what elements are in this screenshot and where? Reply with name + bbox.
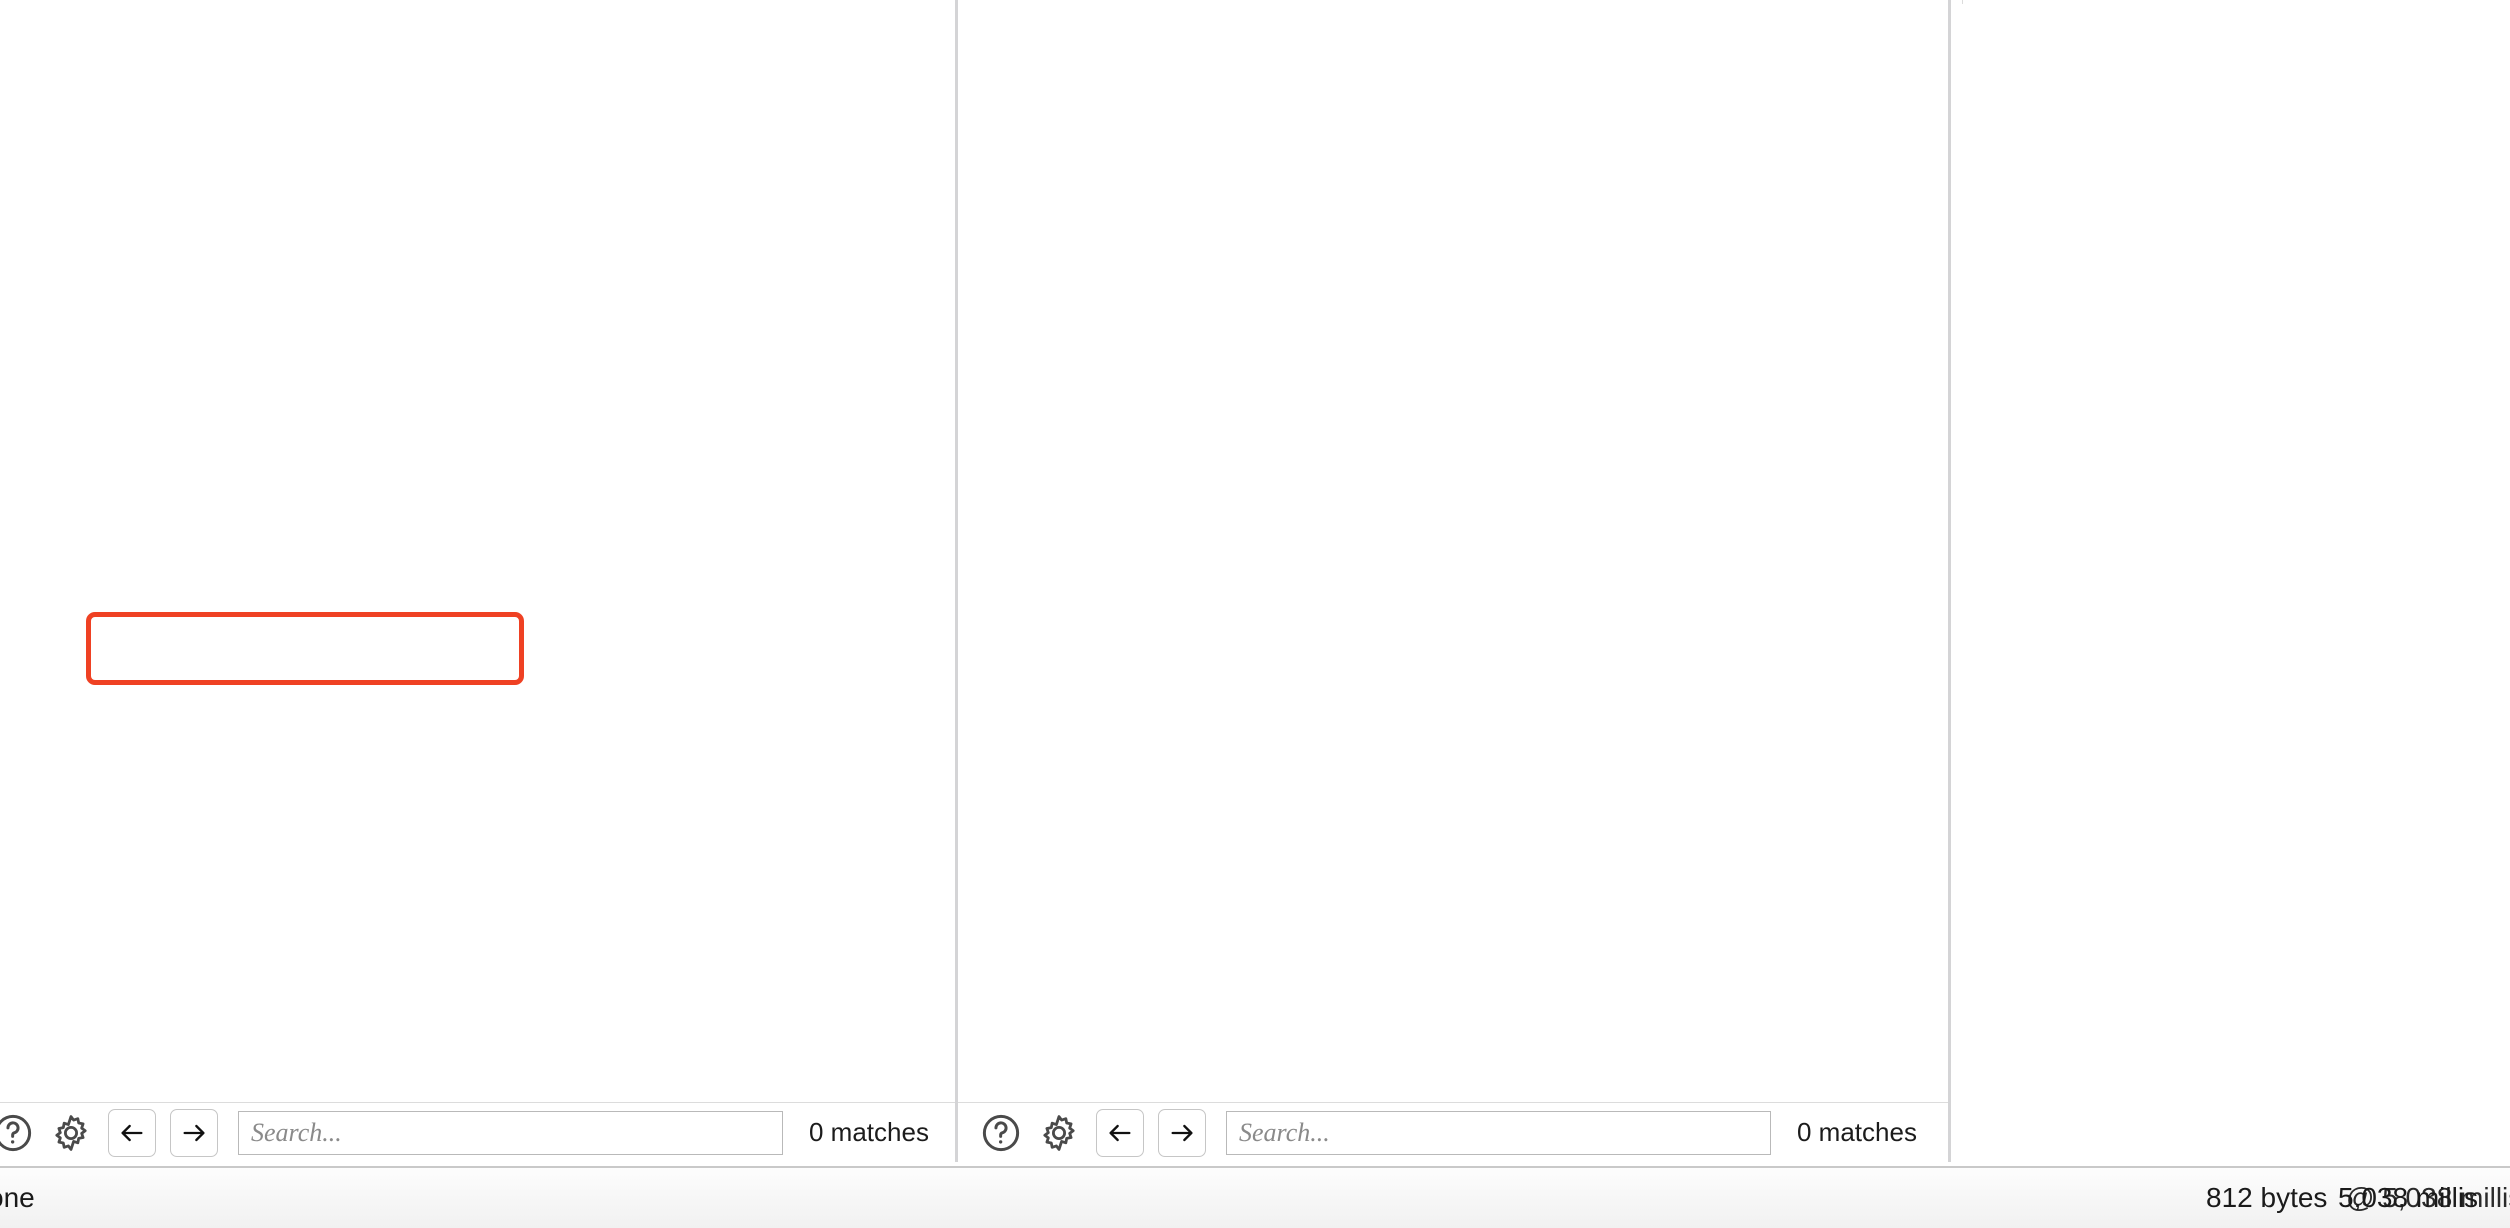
match-count-label: 0 matches — [809, 1117, 929, 1147]
search-next-button[interactable] — [170, 1108, 218, 1157]
gear-icon[interactable] — [48, 1110, 94, 1156]
pane-divider-1[interactable] — [955, 0, 958, 1162]
help-icon[interactable] — [0, 1110, 36, 1156]
search-prev-button[interactable] — [1096, 1108, 1144, 1157]
status-timing-label: 5,038 millis — [2338, 1182, 2479, 1213]
status-bar: one 812 bytes @ 5,038 millis 5,038 milli… — [0, 1166, 2510, 1228]
status-right-group: 812 bytes @ 5,038 millis 5,038 millis — [1986, 1182, 2510, 1222]
request-toolbar: Search... 0 matches — [0, 1102, 955, 1162]
response-toolbar: Search... 0 matches — [958, 1102, 1948, 1162]
search-input[interactable]: Search... — [238, 1110, 783, 1155]
search-input[interactable]: Search... — [1226, 1110, 1771, 1155]
status-left-text: one — [0, 1182, 35, 1213]
annotation-box-sql-payload — [86, 612, 524, 685]
inspector-gutter — [1951, 0, 1963, 4]
burp-message-editor-window: 67891011121314....151617.18...192021 Acc… — [0, 0, 2510, 1228]
search-next-button[interactable] — [1158, 1108, 1206, 1157]
inspector-pane — [1951, 0, 2510, 4]
status-bytes-label: 812 bytes — [2206, 1182, 2328, 1213]
pane-divider-2[interactable] — [1948, 0, 1951, 1162]
match-count-label: 0 matches — [1797, 1117, 1917, 1147]
gear-icon[interactable] — [1036, 1110, 1082, 1156]
search-prev-button[interactable] — [108, 1108, 156, 1157]
help-icon[interactable] — [978, 1110, 1024, 1156]
